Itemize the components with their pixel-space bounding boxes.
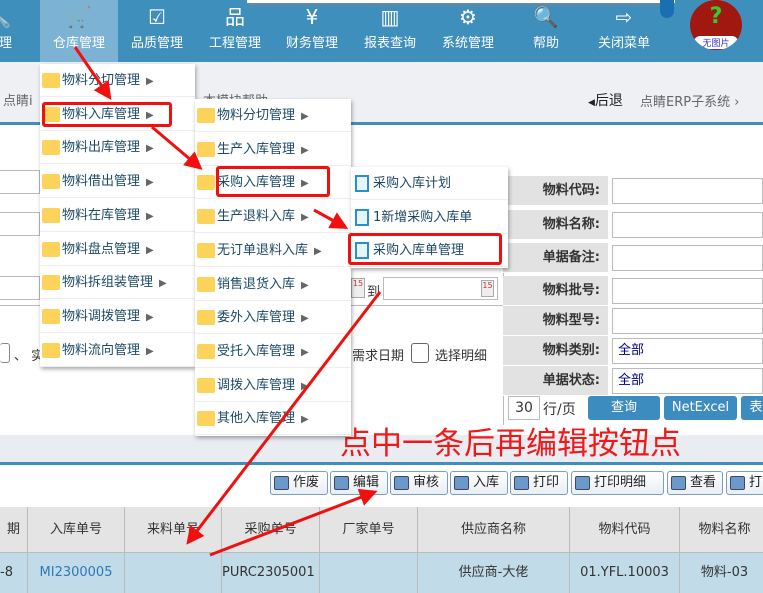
annotation-arrows bbox=[73, 46, 382, 557]
annotation-arrow bbox=[73, 46, 112, 100]
annotation-arrow bbox=[186, 291, 382, 545]
annotation-arrow bbox=[151, 125, 203, 170]
annotation-arrow bbox=[209, 488, 378, 557]
annotation-arrow bbox=[313, 208, 349, 229]
